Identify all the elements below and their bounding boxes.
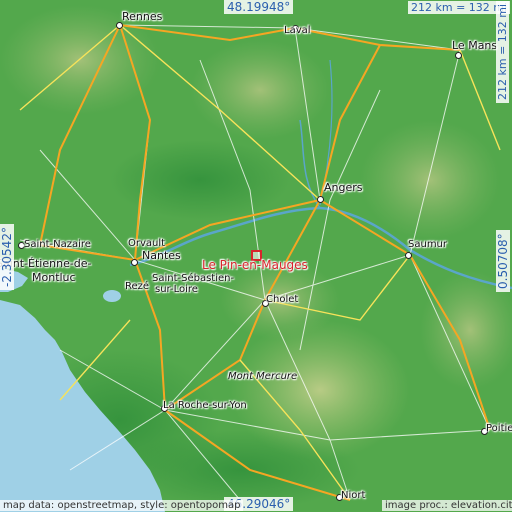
place-name-label: Le Pin-en-Mauges: [202, 258, 308, 272]
image-credit: image proc.: elevation.city: [382, 500, 512, 511]
city-label-cholet: Cholet: [266, 294, 299, 305]
city-label-reze: Rezé: [125, 281, 150, 292]
city-dot: [131, 259, 138, 266]
map-credit: map data: openstreetmap, style: opentopo…: [0, 500, 244, 511]
city-label-saint-sebastien-line1: Saint-Sébastien-: [152, 273, 235, 284]
city-label-saint-sebastien-line2: sur-Loire: [155, 284, 198, 295]
city-label-saint-nazaire: Saint-Nazaire: [24, 239, 91, 250]
city-label-le-mans: Le Mans: [452, 39, 498, 52]
city-label-poitiers: Poitiers: [486, 423, 512, 434]
city-dot: [405, 252, 412, 259]
city-label-niort: Niort: [341, 490, 366, 501]
scale-horizontal: 212 km = 132 mi: [408, 1, 511, 14]
coord-top: 48.19948°: [224, 0, 294, 14]
city-label-mont-mercure: Mont Mercure: [228, 371, 298, 382]
city-dot: [317, 196, 324, 203]
city-dot: [116, 22, 123, 29]
coord-left: -2.30542°: [0, 224, 14, 290]
city-dot: [455, 52, 462, 59]
city-label-saumur: Saumur: [408, 239, 448, 250]
city-label-orvault: Orvault: [128, 238, 166, 249]
city-label-angers: Angers: [324, 181, 363, 194]
city-label-la-roche-sur-yon: La Roche-sur-Yon: [163, 400, 247, 411]
map-view[interactable]: Rennes Laval Le Mans Angers Saumur Nante…: [0, 0, 512, 512]
city-label-nantes: Nantes: [142, 249, 181, 262]
city-label-rennes: Rennes: [122, 10, 163, 23]
scale-vertical: 212 km = 132 mi: [496, 0, 509, 103]
city-label-laval: Laval: [284, 25, 311, 36]
city-label-saint-etienne-de-montluc-line2: Montluc: [32, 271, 76, 284]
coord-right: 0.50708°: [496, 230, 510, 292]
